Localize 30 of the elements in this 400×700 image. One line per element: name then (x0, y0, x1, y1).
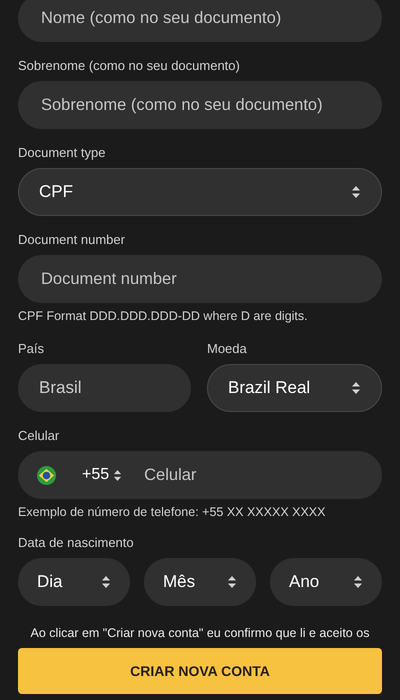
field-label: Data de nascimento (18, 535, 135, 550)
country-field[interactable]: Brasil (18, 364, 191, 412)
date-select[interactable]: Ano (270, 558, 382, 606)
field-label: País (18, 341, 46, 356)
country-code-select[interactable]: +55 (82, 466, 122, 484)
name-field[interactable]: Nome (como no seu documento) (18, 0, 382, 42)
document-type-select[interactable]: CPF (18, 168, 382, 216)
field-label: Document type (18, 145, 106, 160)
currency-select[interactable]: Brazil Real (207, 364, 382, 412)
phone-field[interactable]: +55 Celular (18, 451, 382, 499)
sort-icon (353, 575, 363, 589)
phone-input[interactable]: Celular (142, 464, 363, 486)
surname-field[interactable]: Sobrenome (como no seu documento) (18, 81, 382, 129)
sort-icon (227, 575, 237, 589)
sort-icon (351, 185, 361, 199)
sort-icon (113, 468, 122, 482)
create-account-button[interactable]: CRIAR NOVA CONTA (18, 648, 382, 694)
format-hint: CPF Format DDD.DDD.DDD-DD where D are digits. (18, 309, 309, 323)
sort-icon (351, 381, 361, 395)
date-select[interactable]: Dia (18, 558, 130, 606)
terms-text: Ao clicar em "Criar nova conta" eu confirmo que li e aceito os (30, 626, 370, 640)
field-label: Celular (18, 428, 60, 443)
field-label: Moeda (207, 341, 248, 356)
field-label: Document number (18, 232, 126, 247)
phone-hint: Exemplo de número de telefone: +55 XX XXXXX XXXX (18, 505, 326, 519)
date-select[interactable]: Mês (144, 558, 256, 606)
flag-icon (37, 466, 56, 484)
sort-icon (101, 575, 111, 589)
field-label: Sobrenome (como no seu documento) (18, 58, 241, 73)
document-number-field[interactable]: Document number (18, 255, 382, 303)
